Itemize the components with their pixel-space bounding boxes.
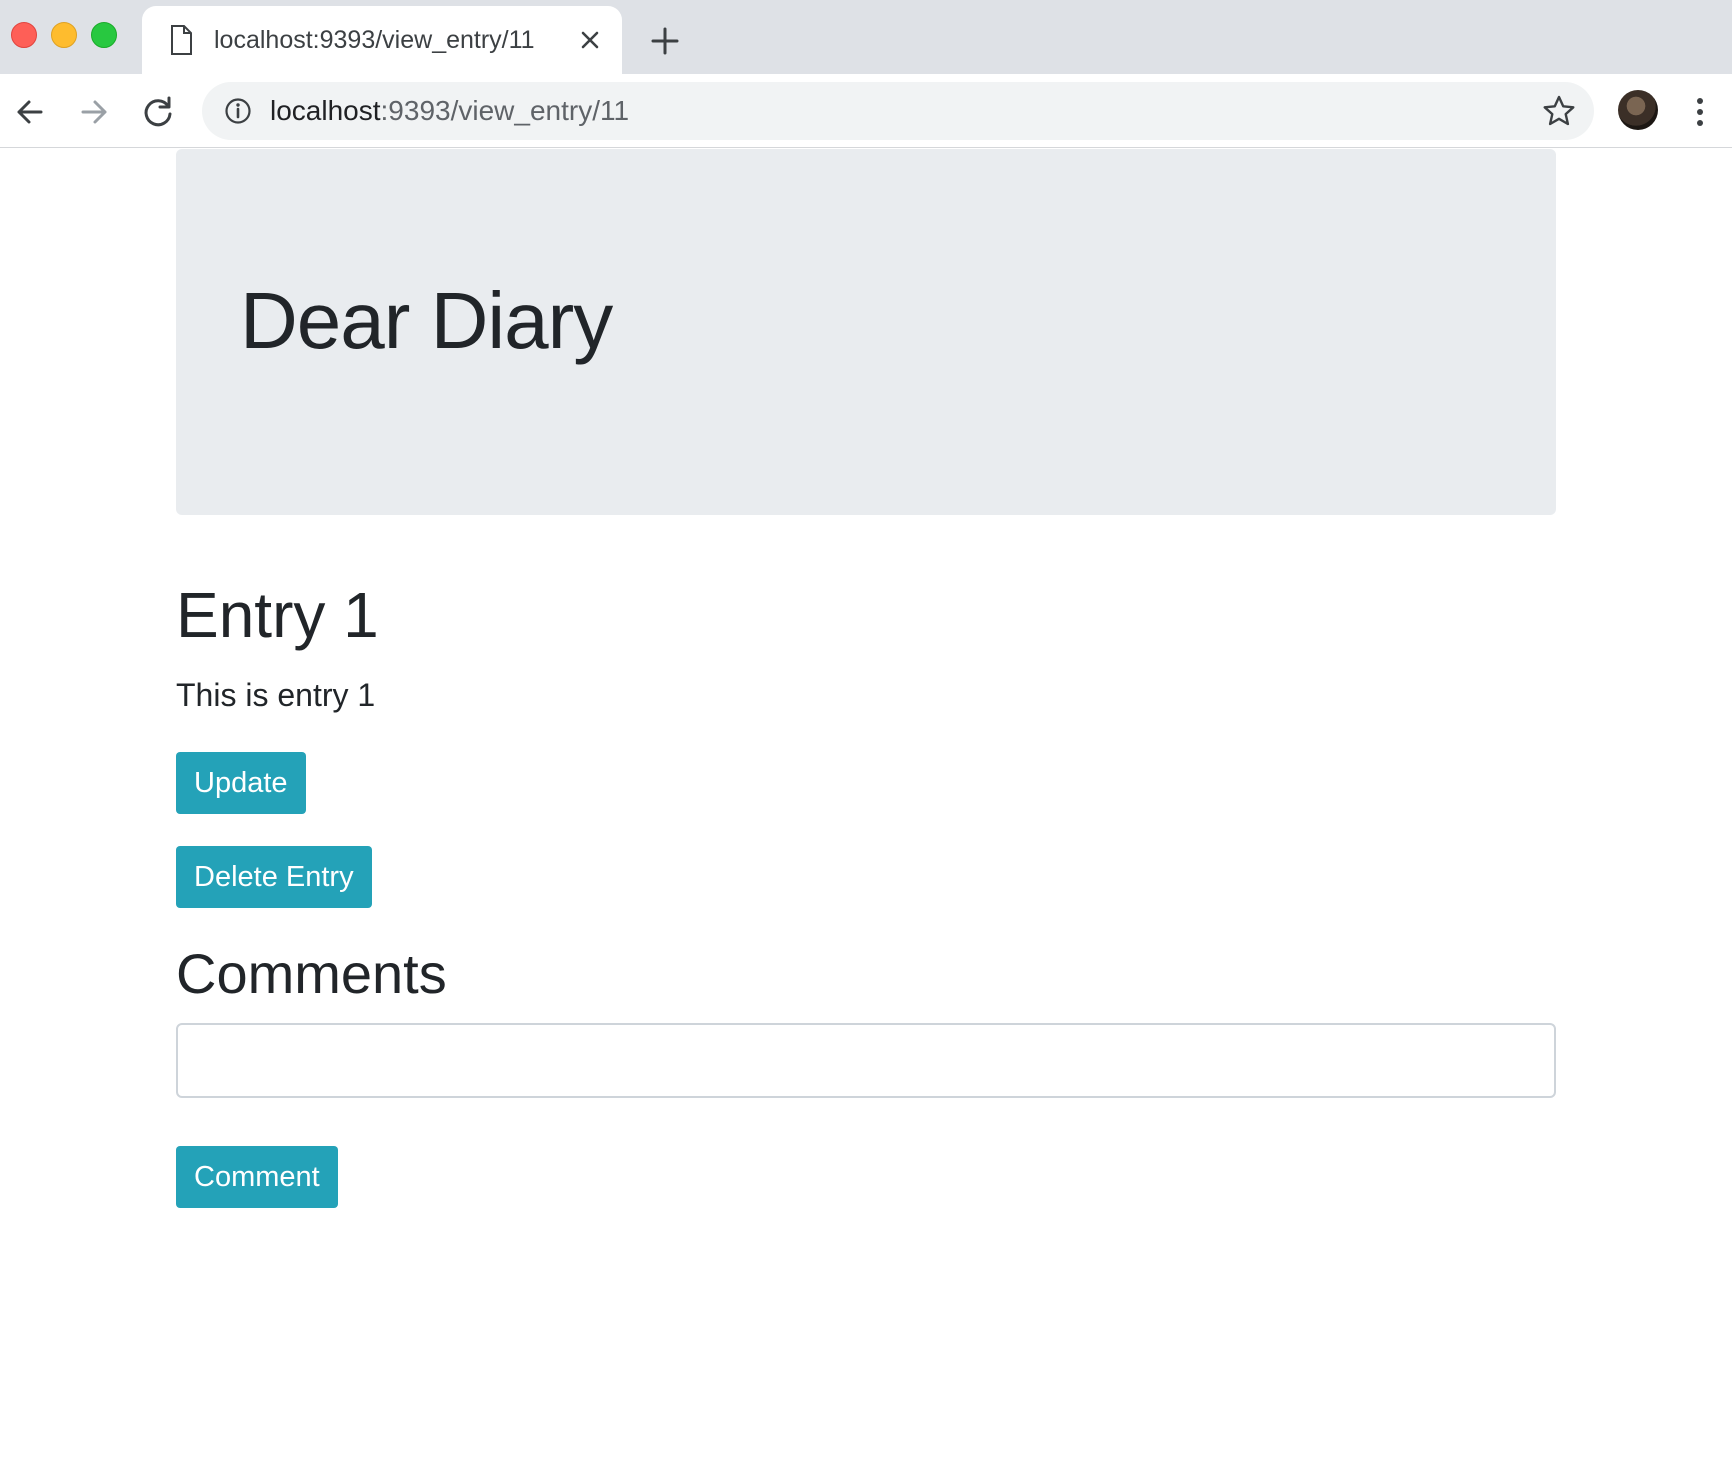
tab-title: localhost:9393/view_entry/11 [214, 26, 535, 54]
browser-tab[interactable]: localhost:9393/view_entry/11 [142, 6, 622, 74]
bookmark-star-icon[interactable] [1542, 94, 1576, 128]
info-icon[interactable] [224, 97, 252, 125]
close-icon[interactable] [576, 26, 604, 54]
comment-button[interactable]: Comment [176, 1146, 338, 1208]
comment-input[interactable] [176, 1023, 1556, 1098]
browser-toolbar: localhost:9393/view_entry/11 [0, 74, 1732, 148]
update-button[interactable]: Update [176, 752, 306, 814]
entry-body: This is entry 1 [176, 677, 376, 713]
site-title: Dear Diary [240, 276, 613, 365]
delete-entry-button[interactable]: Delete Entry [176, 846, 372, 908]
close-window-button[interactable] [11, 22, 37, 48]
back-arrow-icon[interactable] [10, 92, 50, 132]
new-tab-icon[interactable] [648, 24, 682, 58]
more-menu-icon[interactable] [1690, 92, 1710, 132]
jumbotron: Dear Diary [176, 149, 1556, 515]
maximize-window-button[interactable] [91, 22, 117, 48]
url-host: localhost [270, 95, 381, 126]
profile-avatar[interactable] [1618, 90, 1658, 130]
page-content: Dear Diary Entry 1 This is entry 1 Updat… [176, 149, 1556, 1208]
entry-title: Entry 1 [176, 579, 379, 651]
reload-icon[interactable] [138, 92, 178, 132]
page-icon [171, 25, 192, 55]
comments-heading: Comments [176, 942, 447, 1005]
url-path: :9393/view_entry/11 [380, 95, 630, 126]
address-bar[interactable]: localhost:9393/view_entry/11 [202, 82, 1594, 140]
url-text: localhost:9393/view_entry/11 [270, 95, 629, 127]
minimize-window-button[interactable] [51, 22, 77, 48]
browser-tabstrip: localhost:9393/view_entry/11 [0, 0, 1732, 74]
forward-arrow-icon[interactable] [74, 92, 114, 132]
